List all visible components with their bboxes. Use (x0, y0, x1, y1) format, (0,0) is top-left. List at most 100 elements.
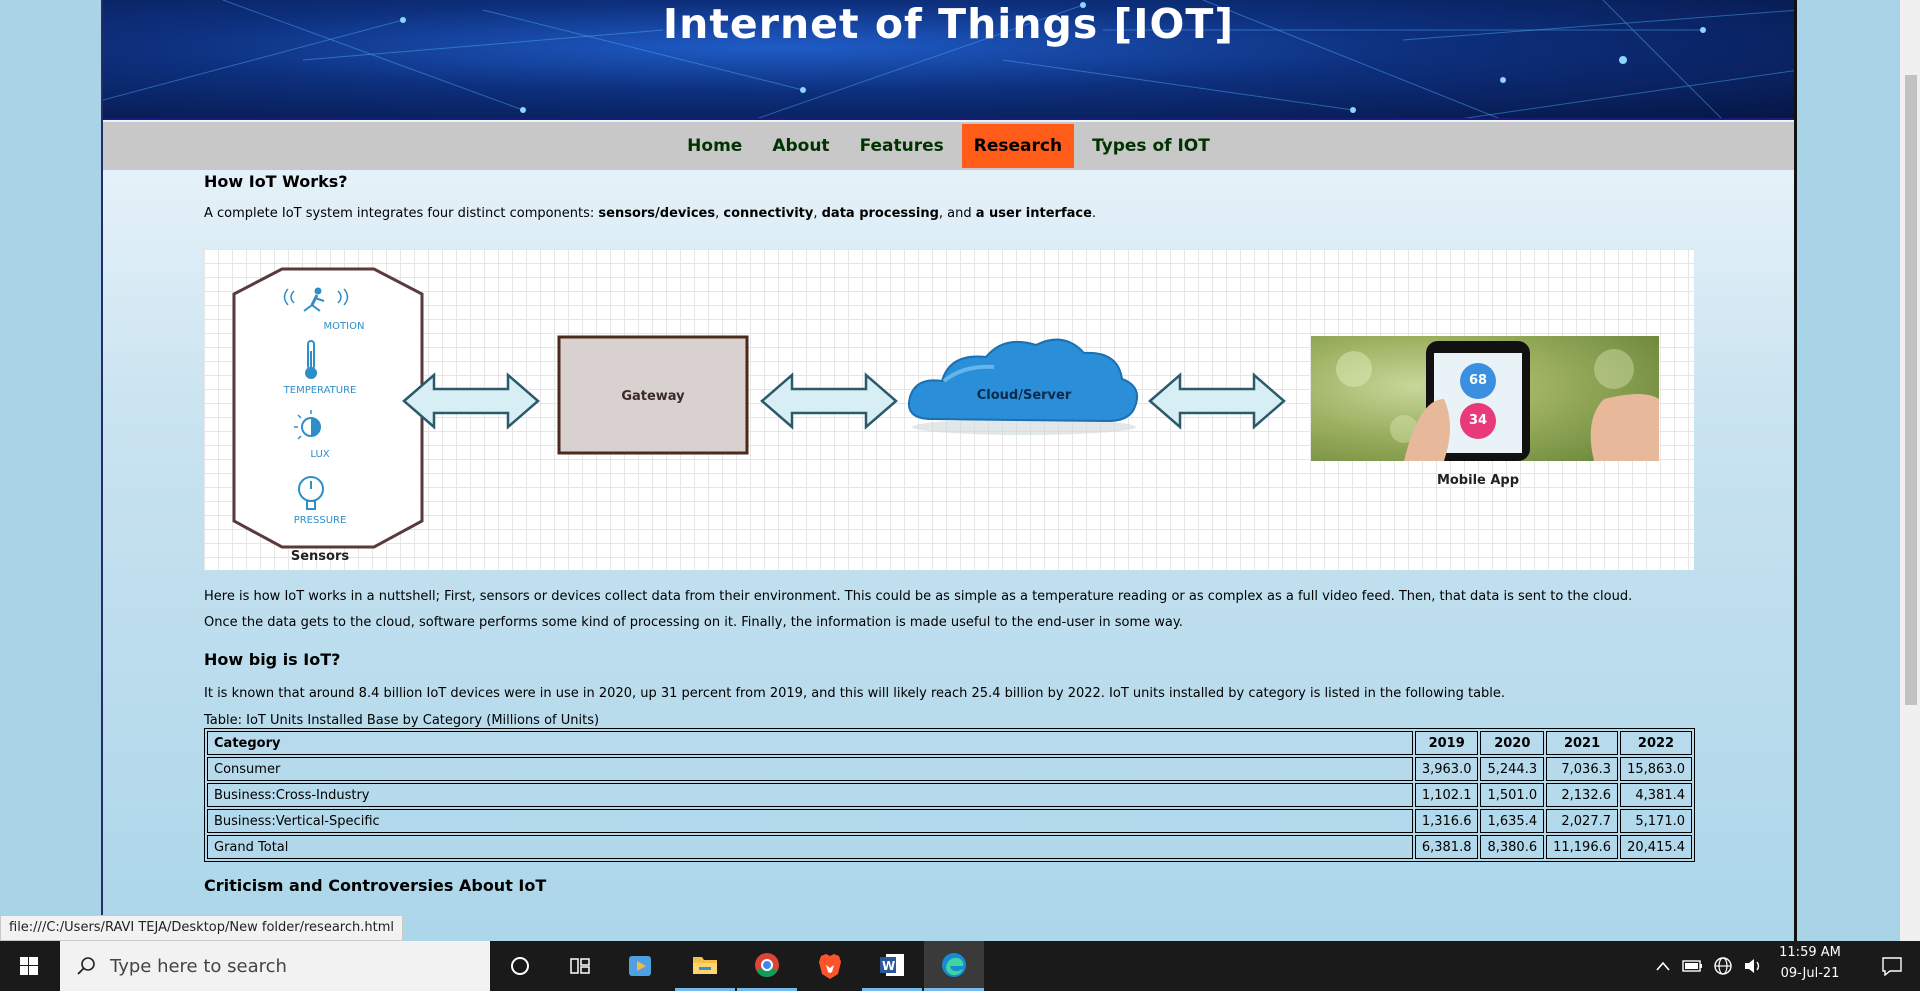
cortana-icon[interactable] (490, 941, 550, 991)
phone-value-2: 34 (1468, 413, 1488, 428)
file-explorer-icon[interactable] (675, 941, 735, 991)
battery-icon[interactable] (1680, 941, 1706, 991)
table-cell-value: 15,863.0 (1620, 757, 1692, 781)
how-it-works-paragraph-1: Here is how IoT works in a nuttshell; Fi… (204, 589, 1633, 604)
table-cell-category: Business:Vertical-Specific (207, 809, 1413, 833)
edge-icon[interactable] (924, 941, 984, 991)
intro-bold-sensors: sensors/devices (598, 206, 716, 221)
table-cell-category: Business:Cross-Industry (207, 783, 1413, 807)
intro-text: A complete IoT system integrates four di… (204, 206, 599, 221)
taskbar-search-box[interactable]: Type here to search (60, 941, 490, 991)
intro-sep: . (1091, 206, 1097, 221)
table-row: Business:Vertical-Specific 1,316.6 1,635… (207, 809, 1692, 833)
section-heading: How IoT Works? (204, 172, 348, 191)
network-globe-icon[interactable] (1710, 941, 1736, 991)
sensor-label-temperature: TEMPERATURE (283, 385, 357, 396)
table-row: Consumer 3,963.0 5,244.3 7,036.3 15,863.… (207, 757, 1692, 781)
show-hidden-icons-chevron-up-icon[interactable] (1650, 941, 1676, 991)
table-cell-category: Grand Total (207, 835, 1413, 859)
intro-sep: , (813, 206, 822, 221)
double-arrow-icon (402, 372, 540, 430)
intro-bold-connectivity: connectivity (723, 206, 814, 221)
site-title: Internet of Things [IOT] (662, 0, 1235, 48)
header-banner: Internet of Things [IOT] (103, 0, 1794, 120)
svg-text:W: W (882, 959, 895, 973)
table-cell-value: 11,196.6 (1546, 835, 1618, 859)
table-cell-value: 7,036.3 (1546, 757, 1618, 781)
double-arrow-icon (1148, 372, 1286, 430)
table-row: Grand Total 6,381.8 8,380.6 11,196.6 20,… (207, 835, 1692, 859)
table-header-category: Category (207, 731, 1413, 755)
scrollbar-thumb[interactable] (1905, 75, 1917, 705)
table-caption: Table: IoT Units Installed Base by Categ… (204, 713, 600, 728)
iot-units-table: Category 2019 2020 2021 2022 Consumer 3,… (204, 728, 1695, 862)
gateway-label: Gateway (621, 389, 685, 404)
section-heading-criticism: Criticism and Controversies About IoT (204, 876, 547, 895)
how-it-works-paragraph-2: Once the data gets to the cloud, softwar… (204, 615, 1183, 630)
search-icon (77, 957, 95, 975)
diagram-shapes (232, 267, 1659, 549)
windows-taskbar: Type here to search W 11:59 AM 09-Jul-21 (0, 941, 1920, 991)
media-player-icon[interactable] (610, 941, 670, 991)
sensor-label-pressure: PRESSURE (293, 515, 347, 526)
table-cell-value: 1,102.1 (1414, 783, 1479, 807)
table-header-2020: 2020 (1480, 731, 1545, 755)
table-row: Business:Cross-Industry 1,102.1 1,501.0 … (207, 783, 1692, 807)
phone-value-1: 68 (1468, 373, 1488, 388)
sensors-capsule (232, 267, 424, 549)
search-placeholder: Type here to search (110, 955, 287, 977)
sensor-label-motion: MOTION (323, 321, 365, 332)
table-cell-value: 1,635.4 (1480, 809, 1545, 833)
intro-bold-ui: a user interface (975, 206, 1092, 221)
nav-about[interactable]: About (760, 124, 841, 168)
volume-icon[interactable] (1740, 941, 1766, 991)
double-arrow-icon (760, 372, 898, 430)
task-view-icon[interactable] (550, 941, 610, 991)
sensors-caption: Sensors (290, 549, 350, 564)
table-header-2022: 2022 (1620, 731, 1692, 755)
table-cell-value: 6,381.8 (1414, 835, 1479, 859)
sensor-label-lux: LUX (310, 449, 330, 460)
cloud-label: Cloud/Server (976, 388, 1072, 403)
intro-sep: , and (938, 206, 976, 221)
table-header-2021: 2021 (1546, 731, 1618, 755)
mobile-app-caption: Mobile App (1436, 473, 1520, 488)
table-cell-value: 5,244.3 (1480, 757, 1545, 781)
nav-research[interactable]: Research (961, 124, 1075, 168)
brave-icon[interactable] (800, 941, 860, 991)
nav-types-of-iot[interactable]: Types of IOT (1080, 124, 1222, 168)
windows-start-icon[interactable] (0, 941, 58, 991)
table-cell-value: 3,963.0 (1414, 757, 1479, 781)
taskbar-time[interactable]: 11:59 AM (1770, 945, 1850, 960)
intro-paragraph: A complete IoT system integrates four di… (204, 201, 1694, 227)
mobile-app-image (1311, 336, 1659, 461)
table-cell-value: 1,316.6 (1414, 809, 1479, 833)
iot-architecture-diagram: MOTION TEMPERATURE LUX PRESSURE Sensors … (204, 249, 1694, 570)
vertical-scrollbar[interactable] (1900, 0, 1920, 941)
nav-features[interactable]: Features (848, 124, 956, 168)
section-how-iot-works: How IoT Works? A complete IoT system int… (204, 172, 1694, 227)
word-icon[interactable]: W (862, 941, 922, 991)
section-content: Here is how IoT works in a nuttshell; Fi… (204, 584, 1695, 895)
webpage: Internet of Things [IOT] Home About Feat… (101, 0, 1797, 941)
table-cell-value: 4,381.4 (1620, 783, 1692, 807)
intro-bold-processing: data processing (821, 206, 939, 221)
table-cell-value: 2,027.7 (1546, 809, 1618, 833)
table-cell-value: 5,171.0 (1620, 809, 1692, 833)
notification-center-icon[interactable] (1870, 941, 1914, 991)
table-header-2019: 2019 (1414, 731, 1479, 755)
nav-home[interactable]: Home (675, 124, 754, 168)
nav-bar: Home About Features Research Types of IO… (103, 122, 1794, 170)
section-heading-how-big: How big is IoT? (204, 650, 341, 669)
link-status-url: file:///C:/Users/RAVI TEJA/Desktop/New f… (0, 915, 403, 941)
table-cell-value: 1,501.0 (1480, 783, 1545, 807)
table-cell-value: 8,380.6 (1480, 835, 1545, 859)
chrome-icon[interactable] (737, 941, 797, 991)
how-big-paragraph: It is known that around 8.4 billion IoT … (204, 686, 1506, 701)
taskbar-date[interactable]: 09-Jul-21 (1770, 966, 1850, 981)
table-cell-value: 20,415.4 (1620, 835, 1692, 859)
table-cell-value: 2,132.6 (1546, 783, 1618, 807)
table-cell-category: Consumer (207, 757, 1413, 781)
windows-logo-icon (20, 957, 38, 975)
table-header-row: Category 2019 2020 2021 2022 (207, 731, 1692, 755)
